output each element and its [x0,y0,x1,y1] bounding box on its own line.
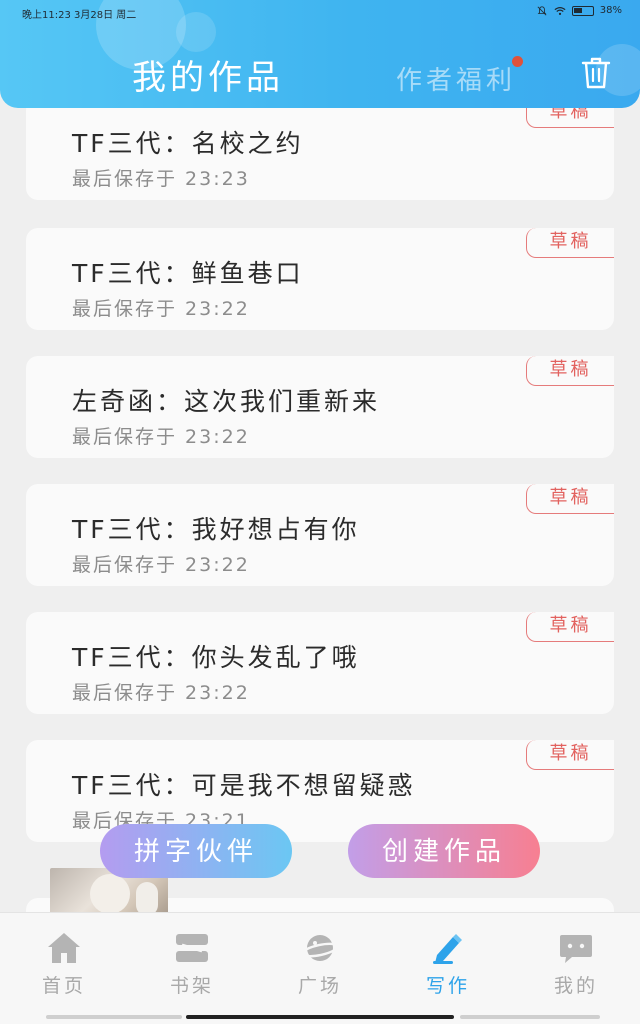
battery-icon [571,5,594,16]
nav-item-me[interactable]: 我的 [536,931,616,1011]
draft-badge: 草稿 [526,612,614,642]
nav-label: 写作 [425,975,470,997]
mute-bell-icon [537,5,547,15]
draft-badge: 草稿 [526,228,614,258]
nav-item-bookshelf[interactable]: 书架 [152,931,232,1011]
battery-level: 38% [599,5,622,16]
work-card[interactable]: TF三代：我好想占有你 最后保存于 23:22 草稿 [26,484,614,586]
home-icon [48,933,80,963]
nav-label: 书架 [169,975,214,997]
status-time-date: 晚上11:23 3月28日 周二 [22,6,136,21]
nav-item-square[interactable]: 广场 [280,931,360,1011]
app-header: 晚上11:23 3月28日 周二 38% 我的作品 作者福利 [0,0,640,108]
notification-dot [512,56,523,67]
home-indicator[interactable] [186,1015,454,1019]
work-card[interactable]: TF三代：鲜鱼巷口 最后保存于 23:22 草稿 [26,228,614,330]
work-saved-time: 最后保存于 23:22 [72,554,250,576]
create-work-button[interactable]: 创建作品 [348,824,540,878]
nav-label: 首页 [41,975,86,997]
work-saved-time: 最后保存于 23:22 [72,298,250,320]
draft-badge: 草稿 [526,484,614,514]
work-card[interactable]: TF三代：名校之约 最后保存于 23:23 草稿 [26,98,614,200]
status-bar: 晚上11:23 3月28日 周二 38% [0,0,640,24]
pen-icon [433,934,462,964]
draft-badge: 草稿 [526,356,614,386]
nav-item-write[interactable]: 写作 [408,931,488,1011]
status-icons: 38% [536,5,622,16]
work-saved-time: 最后保存于 23:23 [72,168,250,190]
work-saved-time: 最后保存于 23:22 [72,682,250,704]
work-saved-time: 最后保存于 23:22 [72,426,250,448]
chat-bubble-icon [560,935,592,963]
trash-icon[interactable] [580,56,612,90]
nav-label: 广场 [297,975,342,997]
works-list: TF三代：名校之约 最后保存于 23:23 草稿 TF三代：鲜鱼巷口 最后保存于… [0,0,640,1024]
writing-partner-button[interactable]: 拼字伙伴 [100,824,292,878]
gesture-bar-left [46,1015,182,1019]
bookshelf-icon [176,934,208,962]
nav-item-home[interactable]: 首页 [24,931,104,1011]
work-title: TF三代：可是我不想留疑惑 [72,771,416,800]
bottom-nav: 首页 书架 广场 写作 我的 [0,912,640,1024]
work-title: TF三代：你头发乱了哦 [72,643,360,672]
work-title: TF三代：名校之约 [72,129,304,158]
author-welfare-link[interactable]: 作者福利 [396,60,516,97]
work-title: 左奇函：这次我们重新来 [72,387,381,416]
nav-label: 我的 [553,975,598,997]
work-card[interactable]: TF三代：你头发乱了哦 最后保存于 23:22 草稿 [26,612,614,714]
page-title: 我的作品 [132,58,284,98]
planet-icon [301,935,339,961]
wifi-icon [554,6,566,15]
work-card[interactable]: 左奇函：这次我们重新来 最后保存于 23:22 草稿 [26,356,614,458]
work-title: TF三代：我好想占有你 [72,515,360,544]
status-time: 晚上11:23 [22,10,71,21]
gesture-bar-right [460,1015,600,1019]
work-title: TF三代：鲜鱼巷口 [72,259,304,288]
draft-badge: 草稿 [526,740,614,770]
status-date: 3月28日 周二 [74,10,137,21]
